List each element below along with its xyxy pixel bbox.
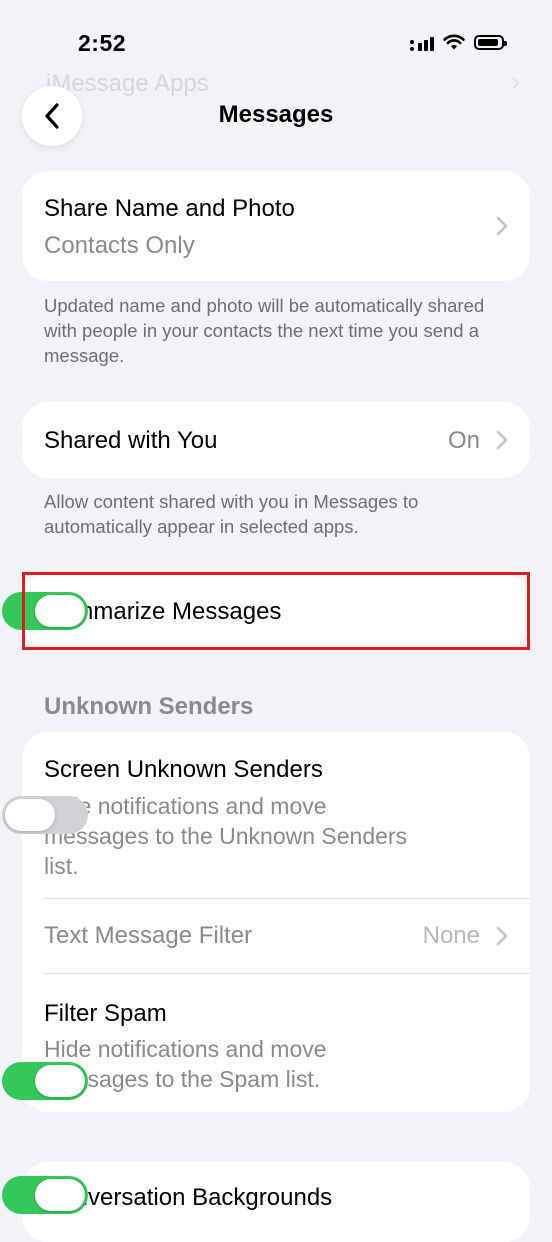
conversation-backgrounds-row: Conversation Backgrounds xyxy=(2,1162,530,1242)
unknown-senders-group: Screen Unknown Senders Hide notification… xyxy=(2,732,530,1112)
shared-with-you-row[interactable]: Shared with You On xyxy=(22,402,530,478)
chevron-right-icon: › xyxy=(511,66,520,96)
text-message-filter-row[interactable]: Text Message Filter None xyxy=(22,899,530,973)
chevron-right-icon xyxy=(496,430,508,450)
screen-unknown-senders-toggle[interactable] xyxy=(2,796,88,834)
share-name-photo-value: Contacts Only xyxy=(44,232,195,259)
text-message-filter-value: None xyxy=(422,922,480,949)
highlight-box xyxy=(22,572,530,650)
share-name-photo-row[interactable]: Share Name and Photo Contacts Only xyxy=(22,171,530,281)
shared-with-you-label: Shared with You xyxy=(44,427,218,454)
battery-icon xyxy=(474,35,507,50)
scrolled-under-content xyxy=(46,0,246,10)
filter-spam-label: Filter Spam xyxy=(44,1000,167,1027)
share-name-photo-footer: Updated name and photo will be automatic… xyxy=(44,295,485,366)
chevron-right-icon xyxy=(496,926,508,946)
filter-spam-desc: Hide notifications and move messages to … xyxy=(44,1036,327,1092)
chevron-right-icon xyxy=(496,216,508,236)
status-icons xyxy=(410,34,507,51)
divider xyxy=(44,973,530,974)
screen-unknown-senders-desc: Hide notifications and move messages to … xyxy=(44,793,408,879)
conversation-backgrounds-toggle[interactable] xyxy=(2,1176,88,1214)
shared-with-you-footer: Allow content shared with you in Message… xyxy=(44,491,419,537)
cellular-signal-icon xyxy=(410,35,434,51)
share-name-photo-label: Share Name and Photo xyxy=(44,195,295,222)
page-title: Messages xyxy=(218,101,334,128)
unknown-senders-header: Unknown Senders xyxy=(44,693,254,720)
screen-unknown-senders-label: Screen Unknown Senders xyxy=(44,756,323,783)
wifi-icon xyxy=(443,34,465,50)
filter-spam-toggle[interactable] xyxy=(2,1062,88,1100)
shared-with-you-value: On xyxy=(447,427,480,454)
status-time: 2:52 xyxy=(78,30,127,56)
text-message-filter-label: Text Message Filter xyxy=(44,922,253,949)
